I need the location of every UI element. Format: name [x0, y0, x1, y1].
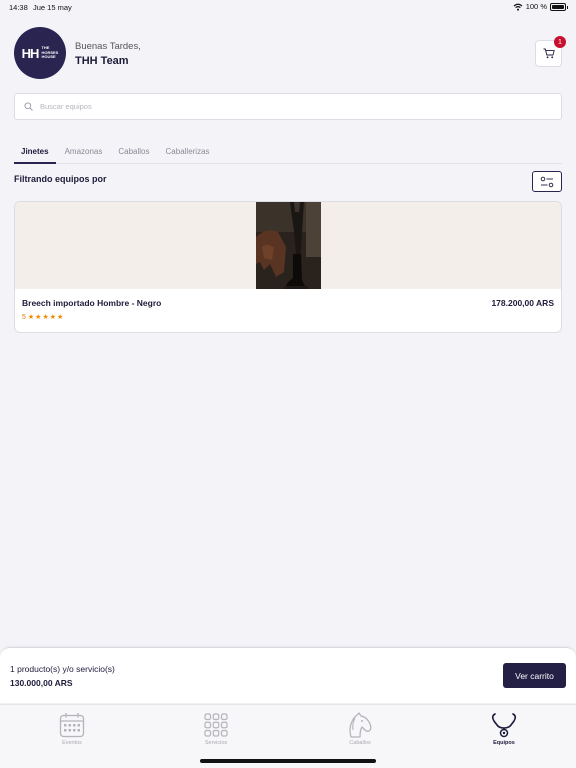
cart-total: 130.000,00 ARS	[10, 678, 73, 688]
status-right: 100 %	[513, 2, 568, 11]
user-name: THH Team	[75, 55, 129, 67]
cart-icon	[543, 48, 555, 59]
rating-value: 5	[22, 313, 26, 321]
status-bar: 14:38 Jue 15 may 100 %	[0, 0, 576, 14]
tab-caballos[interactable]: Caballos	[111, 142, 156, 164]
nav-label-servicios: Servicios	[204, 740, 228, 746]
product-name: Breech importado Hombre - Negro	[22, 298, 162, 308]
tab-caballerizas[interactable]: Caballerizas	[159, 142, 217, 164]
home-indicator	[200, 759, 376, 763]
nav-label-caballos: Caballos	[349, 740, 371, 746]
grid-icon	[204, 713, 228, 737]
filter-sliders-icon	[540, 176, 554, 187]
status-time: 14:38	[9, 3, 28, 12]
cart-count-badge: 1	[554, 36, 566, 48]
view-cart-button[interactable]: Ver carrito	[503, 663, 566, 688]
logo-wordmark: THE HORSES HOUSE	[41, 46, 58, 60]
status-date: Jue 15 may	[33, 3, 72, 12]
logo-mark: HH	[21, 45, 40, 61]
cart-button[interactable]: 1	[535, 36, 566, 67]
search-bar	[14, 93, 562, 120]
product-image-area	[15, 202, 561, 289]
nav-label-eventos: Eventos	[62, 740, 82, 746]
battery-percent: 100 %	[525, 2, 547, 11]
tab-amazonas[interactable]: Amazonas	[58, 142, 110, 164]
nav-eventos[interactable]: Eventos	[0, 705, 144, 768]
nav-equipos[interactable]: Equipos	[432, 705, 576, 768]
search-icon	[24, 102, 33, 111]
nav-label-equipos: Equipos	[493, 740, 515, 746]
battery-icon	[550, 2, 568, 11]
brand-logo: HH THE HORSES HOUSE	[14, 27, 66, 79]
search-input[interactable]	[40, 102, 540, 111]
star-rating-icons: ★★★★★	[27, 314, 65, 321]
product-price: 178.200,00 ARS	[491, 298, 554, 308]
tab-jinetes[interactable]: Jinetes	[14, 142, 56, 164]
category-tabs: Jinetes Amazonas Caballos Caballerizas	[14, 142, 562, 164]
filter-button[interactable]	[532, 171, 562, 192]
stethoscope-icon	[491, 713, 517, 738]
wifi-icon	[513, 3, 523, 11]
header: HH THE HORSES HOUSE Buenas Tardes, THH T…	[14, 27, 566, 81]
product-rating: 5 ★★★★★	[22, 313, 65, 322]
product-card[interactable]: Breech importado Hombre - Negro 178.200,…	[14, 201, 562, 333]
cart-summary-text: 1 producto(s) y/o servicio(s)	[10, 664, 115, 674]
bottom-navigation: Eventos Servicios Caballos Equipos	[0, 704, 576, 768]
filter-title: Filtrando equipos por	[14, 174, 107, 184]
cart-summary-bar: 1 producto(s) y/o servicio(s) 130.000,00…	[0, 647, 576, 703]
logo-word-3: HOUSE	[41, 54, 56, 60]
calendar-icon	[59, 713, 85, 738]
greeting-text: Buenas Tardes,	[75, 41, 141, 52]
horse-head-icon	[349, 712, 372, 738]
product-photo	[256, 202, 321, 289]
